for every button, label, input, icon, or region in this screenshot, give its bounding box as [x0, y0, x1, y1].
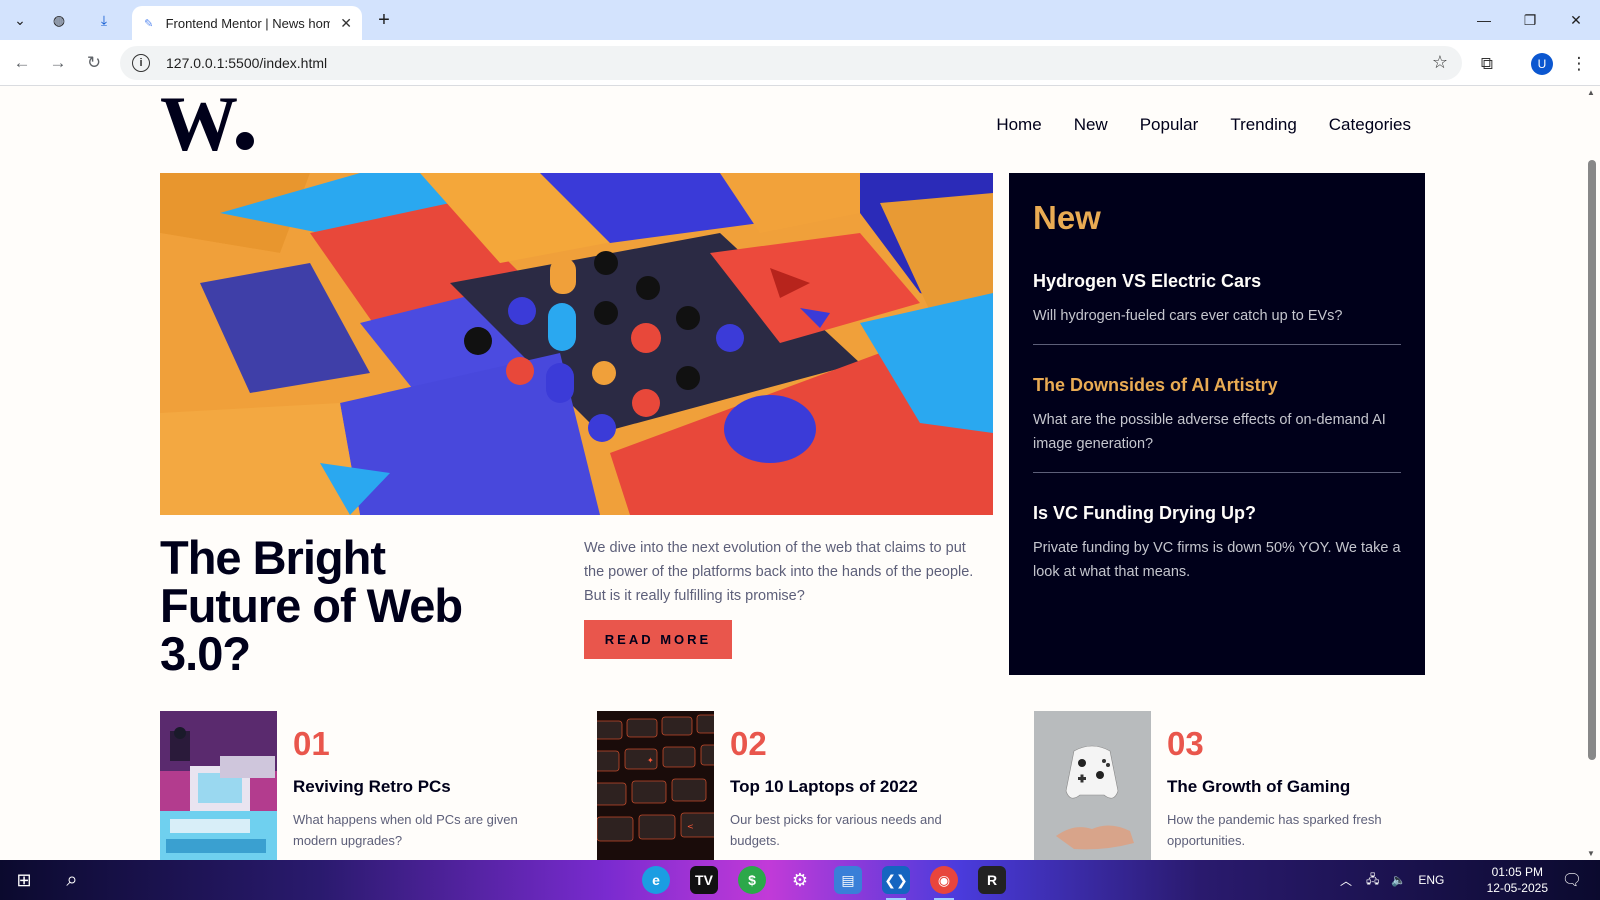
settings-gear-icon[interactable]: ⚙ [786, 866, 814, 894]
browser-toolbar: ← → ↻ i 127.0.0.1:5500/index.html ☆ ⧉ U … [0, 40, 1600, 86]
clock[interactable]: 01:05 PM 12-05-2025 [1487, 864, 1548, 896]
minimize-icon[interactable]: — [1464, 8, 1504, 32]
card-description: How the pandemic has sparked fresh oppor… [1167, 812, 1382, 848]
clock-date: 12-05-2025 [1486, 881, 1548, 895]
page-scrollbar[interactable]: ▲ ▼ [1584, 86, 1600, 860]
card-description: What happens when old PCs are given mode… [293, 812, 518, 848]
page-viewport: W Home New Popular Trending Categories T… [0, 86, 1584, 860]
svg-text:<: < [687, 822, 694, 831]
card-title[interactable]: Top 10 Laptops of 2022 [730, 777, 918, 797]
avatar: U [1531, 53, 1553, 75]
tab-active[interactable]: ✎ Frontend Mentor | News homepage ✕ [132, 6, 362, 40]
chrome-icon[interactable]: ◉ [930, 866, 958, 900]
download-icon[interactable]: ⤓ [92, 8, 116, 32]
clock-time: 01:05 PM [1491, 865, 1543, 879]
taskbar: ⊞ ⌕ e TV $ ⚙ ▤ ❮❯ ◉ R ︿ 🖧 🔈 ENG 01:05 PM… [0, 860, 1600, 900]
address-bar[interactable]: i 127.0.0.1:5500/index.html ☆ [120, 46, 1462, 80]
card-title[interactable]: The Growth of Gaming [1167, 777, 1350, 797]
vscode-icon[interactable]: ❮❯ [882, 866, 910, 900]
logo-dot [236, 132, 254, 150]
system-tray: ︿ 🖧 🔈 ENG [1340, 860, 1444, 900]
close-tab-icon[interactable]: ✕ [340, 15, 352, 32]
divider [1033, 472, 1401, 473]
scroll-up-icon[interactable]: ▲ [1587, 88, 1595, 97]
volume-icon[interactable]: 🔈 [1391, 873, 1406, 887]
scroll-down-icon[interactable]: ▼ [1587, 849, 1595, 858]
terminal-app-icon[interactable]: R [978, 866, 1006, 894]
nav-categories[interactable]: Categories [1329, 115, 1411, 135]
close-window-icon[interactable]: ✕ [1556, 8, 1596, 32]
card-number: 01 [293, 725, 330, 762]
hero-title: The Bright Future of Web 3.0? [160, 531, 463, 680]
keyboard-image: ✦ < [597, 711, 714, 860]
new-tab-icon[interactable]: + [372, 8, 396, 32]
new-item-title[interactable]: The Downsides of AI Artistry [1033, 375, 1401, 396]
article-card[interactable]: 01 Reviving Retro PCs What happens when … [160, 711, 580, 860]
gaming-controller-image [1034, 711, 1151, 860]
extensions-icon[interactable]: ⧉ [1474, 51, 1500, 77]
site-nav: Home New Popular Trending Categories [996, 115, 1411, 135]
site-logo[interactable]: W [160, 86, 254, 163]
new-item[interactable]: Is VC Funding Drying Up? Private funding… [1033, 503, 1401, 584]
article-card[interactable]: 03 The Growth of Gaming How the pandemic… [1034, 711, 1454, 860]
article-cards: 01 Reviving Retro PCs What happens when … [160, 711, 1427, 860]
scroll-thumb[interactable] [1588, 160, 1596, 760]
nav-home[interactable]: Home [996, 115, 1041, 135]
new-item[interactable]: Hydrogen VS Electric Cars Will hydrogen-… [1033, 271, 1401, 345]
language-indicator[interactable]: ENG [1418, 873, 1444, 887]
card-description: Our best picks for various needs and bud… [730, 812, 942, 848]
hero-image [160, 173, 993, 515]
new-item-title[interactable]: Is VC Funding Drying Up? [1033, 503, 1401, 524]
nav-new[interactable]: New [1074, 115, 1108, 135]
profile-button[interactable]: U [1529, 51, 1555, 77]
card-title[interactable]: Reviving Retro PCs [293, 777, 451, 797]
tradingview-icon[interactable]: TV [690, 866, 718, 894]
hero-description: We dive into the next evolution of the w… [584, 540, 974, 604]
site-info-icon[interactable]: i [132, 54, 150, 72]
edge-icon[interactable]: e [642, 866, 670, 894]
network-icon[interactable]: 🖧 [1366, 870, 1379, 891]
tab-search-icon[interactable]: ⌄ [8, 8, 32, 32]
new-heading: New [1033, 199, 1101, 236]
read-more-button[interactable]: READ MORE [584, 620, 732, 659]
file-manager-icon[interactable]: ▤ [834, 866, 862, 894]
search-icon[interactable]: ⌕ [58, 866, 86, 894]
globe-tab-icon[interactable]: ◍ [47, 8, 71, 32]
browser-tab-bar: ⌄ ◍ ⤓ ✎ Frontend Mentor | News homepage … [0, 0, 1600, 40]
card-number: 03 [1167, 725, 1204, 762]
new-item-desc: Private funding by VC firms is down 50% … [1033, 540, 1401, 580]
forward-icon[interactable]: → [46, 51, 70, 75]
reload-icon[interactable]: ↻ [82, 51, 106, 75]
bookmark-star-icon[interactable]: ☆ [1432, 52, 1448, 73]
back-icon[interactable]: ← [10, 51, 34, 75]
chevron-up-icon[interactable]: ︿ [1340, 872, 1352, 889]
svg-text:✦: ✦ [647, 756, 654, 765]
divider [1033, 344, 1401, 345]
finance-app-icon[interactable]: $ [738, 866, 766, 894]
nav-trending[interactable]: Trending [1230, 115, 1296, 135]
new-item-title[interactable]: Hydrogen VS Electric Cars [1033, 271, 1401, 292]
new-item-desc: What are the possible adverse effects of… [1033, 412, 1386, 452]
favicon-icon: ✎ [144, 17, 154, 30]
menu-icon[interactable]: ⋮ [1566, 51, 1592, 77]
tab-title: Frontend Mentor | News homepage [165, 15, 331, 31]
new-item-desc: Will hydrogen-fueled cars ever catch up … [1033, 308, 1343, 324]
windows-start-icon[interactable]: ⊞ [10, 866, 38, 894]
restore-icon[interactable]: ❐ [1510, 8, 1550, 32]
new-item[interactable]: The Downsides of AI Artistry What are th… [1033, 375, 1401, 473]
retro-pc-image [160, 711, 277, 860]
nav-popular[interactable]: Popular [1140, 115, 1199, 135]
new-panel: New Hydrogen VS Electric Cars Will hydro… [1009, 173, 1425, 675]
article-card[interactable]: ✦ < 02 Top 10 Laptops of 2022 Our best p… [597, 711, 1017, 860]
notification-icon[interactable]: 🗨 [1558, 866, 1586, 894]
url-text[interactable]: 127.0.0.1:5500/index.html [166, 55, 327, 71]
card-number: 02 [730, 725, 767, 762]
